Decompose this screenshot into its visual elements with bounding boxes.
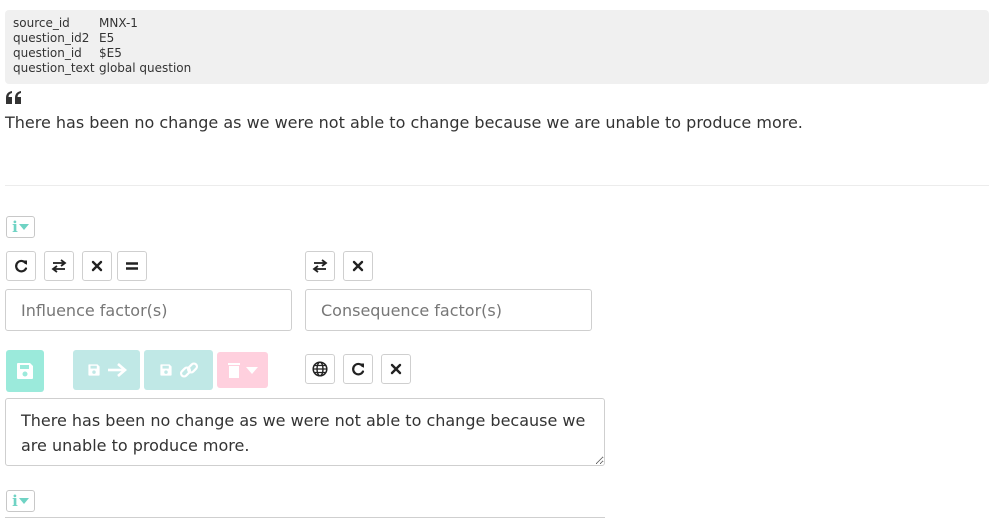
info-dropdown-button-2[interactable]: i (6, 490, 35, 512)
arrow-right-icon (107, 363, 127, 377)
meta-row-source-id: source_id MNX-1 (13, 16, 981, 31)
globe-button[interactable] (305, 354, 335, 384)
floppy-disk-icon (159, 364, 172, 376)
meta-key: question_id2 (13, 31, 90, 45)
swap-button-right[interactable] (305, 251, 335, 281)
close-icon (91, 260, 103, 272)
caret-down-icon (245, 366, 258, 374)
meta-value: E5 (99, 31, 115, 45)
redo-icon (15, 259, 28, 273)
save-and-link-button[interactable] (144, 350, 213, 390)
close-icon (352, 260, 364, 272)
redo-button-2[interactable] (343, 354, 373, 384)
meta-key: question_text (13, 61, 95, 75)
source-meta-table: source_id MNX-1 question_id2 E5 question… (5, 10, 989, 84)
exchange-icon (51, 259, 67, 273)
clear-button[interactable] (82, 251, 112, 281)
quote-text: There has been no change as we were not … (5, 113, 803, 132)
meta-key: source_id (13, 16, 70, 30)
redo-icon (352, 362, 365, 376)
consequence-factor-input[interactable] (305, 289, 592, 331)
close-button[interactable] (381, 354, 411, 384)
caret-down-icon (18, 224, 29, 230)
redo-button[interactable] (6, 251, 36, 281)
section-divider (5, 185, 989, 186)
meta-row-question-id2: question_id2 E5 (13, 31, 981, 46)
floppy-disk-icon (17, 363, 33, 379)
floppy-disk-icon (87, 364, 100, 376)
info-icon: i (12, 217, 18, 236)
close-icon (390, 363, 402, 375)
exchange-icon (312, 259, 328, 273)
meta-value: $E5 (99, 46, 122, 60)
globe-icon (312, 361, 328, 377)
caret-down-icon (18, 498, 29, 504)
meta-row-question-id: question_id $E5 (13, 46, 981, 61)
delete-dropdown-button[interactable] (217, 352, 268, 388)
meta-value: MNX-1 (99, 16, 138, 30)
clear-button-right[interactable] (343, 251, 373, 281)
equals-button[interactable] (117, 251, 147, 281)
swap-button[interactable] (44, 251, 74, 281)
meta-value: global question (99, 61, 192, 75)
quote-icon (5, 90, 23, 106)
info-icon: i (12, 491, 18, 510)
save-and-next-button[interactable] (73, 350, 140, 390)
bottom-input-border (5, 517, 605, 518)
meta-row-question-text: question_text global question (13, 61, 981, 76)
meta-key: question_id (13, 46, 82, 60)
link-icon (179, 362, 198, 378)
save-button[interactable] (6, 350, 44, 392)
equals-icon (126, 262, 138, 270)
answer-textarea[interactable]: There has been no change as we were not … (5, 398, 605, 466)
trash-icon (227, 363, 240, 378)
info-dropdown-button[interactable]: i (6, 216, 35, 238)
influence-factor-input[interactable] (5, 289, 292, 331)
